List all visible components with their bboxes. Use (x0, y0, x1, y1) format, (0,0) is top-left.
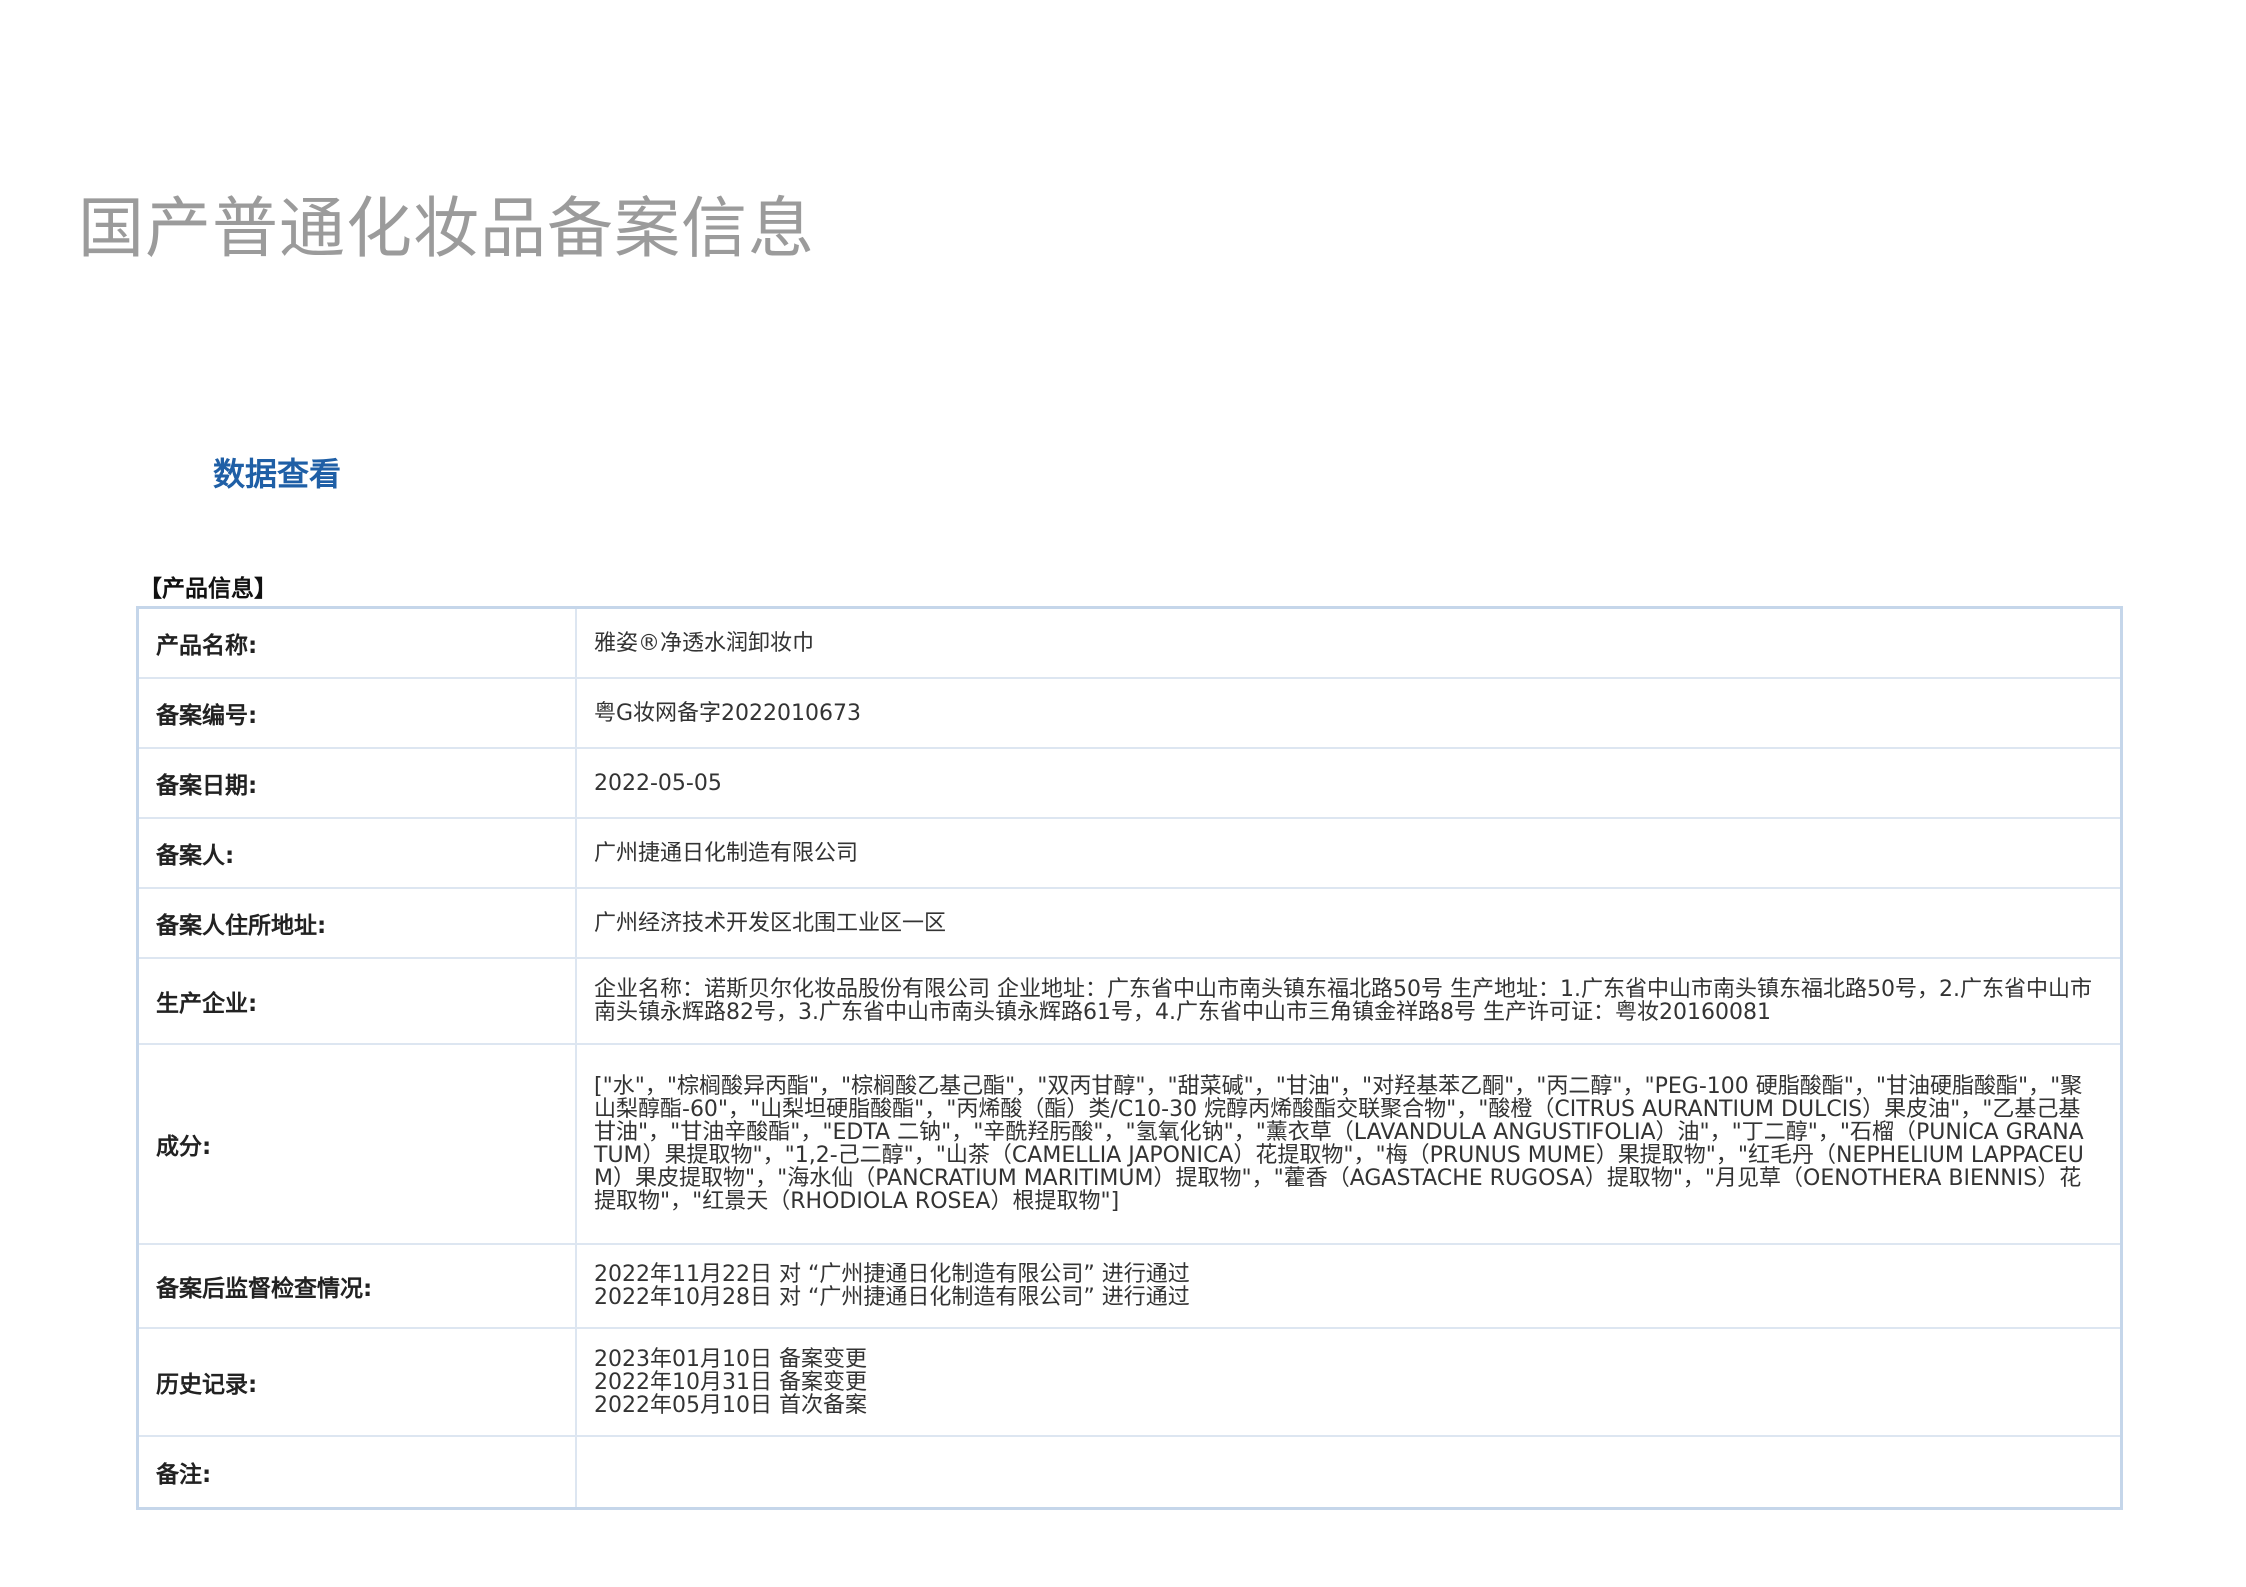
ingredients-value: ["水"，"棕榈酸异丙酯"，"棕榈酸乙基己酯"，"双丙甘醇"，"甜菜碱"，"甘油… (594, 1074, 2084, 1214)
history-entry: 2022年05月10日 首次备案 (594, 1392, 867, 1418)
filing-number-value: 粤G妆网备字2022010673 (594, 700, 862, 726)
table-row-history: 历史记录: 2023年01月10日 备案变更 2022年10月31日 备案变更 … (139, 1329, 2120, 1437)
row-value: 雅姿®净透水润卸妆巾 (577, 609, 2120, 677)
row-value: 广州经济技术开发区北围工业区一区 (577, 889, 2120, 957)
table-row-remarks: 备注: (139, 1437, 2120, 1507)
inspection-entry: 2022年11月22日 对 “广州捷通日化制造有限公司” 进行通过 (594, 1262, 1190, 1287)
row-value (577, 1437, 2120, 1507)
row-value: ["水"，"棕榈酸异丙酯"，"棕榈酸乙基己酯"，"双丙甘醇"，"甜菜碱"，"甘油… (577, 1045, 2120, 1243)
row-label: 备案人: (139, 819, 577, 887)
inspection-entry: 2022年10月28日 对 “广州捷通日化制造有限公司” 进行通过 (594, 1285, 1190, 1310)
row-value: 2022-05-05 (577, 749, 2120, 817)
table-row-inspection: 备案后监督检查情况: 2022年11月22日 对 “广州捷通日化制造有限公司” … (139, 1245, 2120, 1329)
table-row-registrant-address: 备案人住所地址: 广州经济技术开发区北围工业区一区 (139, 889, 2120, 959)
row-label: 产品名称: (139, 609, 577, 677)
row-value: 2023年01月10日 备案变更 2022年10月31日 备案变更 2022年0… (577, 1329, 2120, 1435)
inspection-list: 2022年11月22日 对 “广州捷通日化制造有限公司” 进行通过 2022年1… (594, 1263, 1190, 1309)
row-value: 企业名称：诺斯贝尔化妆品股份有限公司 企业地址：广东省中山市南头镇东福北路50号… (577, 959, 2120, 1043)
filing-date-value: 2022-05-05 (594, 770, 722, 796)
row-label: 成分: (139, 1045, 577, 1243)
row-label: 备案编号: (139, 679, 577, 747)
table-row-filing-number: 备案编号: 粤G妆网备字2022010673 (139, 679, 2120, 749)
row-value: 粤G妆网备字2022010673 (577, 679, 2120, 747)
row-label: 备注: (139, 1437, 577, 1507)
row-value: 2022年11月22日 对 “广州捷通日化制造有限公司” 进行通过 2022年1… (577, 1245, 2120, 1327)
table-row-ingredients: 成分: ["水"，"棕榈酸异丙酯"，"棕榈酸乙基己酯"，"双丙甘醇"，"甜菜碱"… (139, 1045, 2120, 1245)
row-label: 备案后监督检查情况: (139, 1245, 577, 1327)
table-row-filing-date: 备案日期: 2022-05-05 (139, 749, 2120, 819)
section-title: 数据查看 (213, 455, 342, 493)
table-row-manufacturer: 生产企业: 企业名称：诺斯贝尔化妆品股份有限公司 企业地址：广东省中山市南头镇东… (139, 959, 2120, 1045)
history-list: 2023年01月10日 备案变更 2022年10月31日 备案变更 2022年0… (594, 1348, 867, 1417)
history-entry: 2022年10月31日 备案变更 (594, 1369, 867, 1395)
registrant-address-value: 广州经济技术开发区北围工业区一区 (594, 910, 947, 936)
row-label: 备案日期: (139, 749, 577, 817)
row-label: 历史记录: (139, 1329, 577, 1435)
row-label: 生产企业: (139, 959, 577, 1043)
table-row-registrant: 备案人: 广州捷通日化制造有限公司 (139, 819, 2120, 889)
row-label: 备案人住所地址: (139, 889, 577, 957)
product-info-heading: 【产品信息】 (139, 576, 277, 602)
product-name-value: 雅姿®净透水润卸妆巾 (594, 630, 815, 656)
registrant-value: 广州捷通日化制造有限公司 (594, 840, 859, 866)
history-entry: 2023年01月10日 备案变更 (594, 1346, 867, 1372)
page-title: 国产普通化妆品备案信息 (78, 190, 815, 267)
manufacturer-value: 企业名称：诺斯贝尔化妆品股份有限公司 企业地址：广东省中山市南头镇东福北路50号… (594, 977, 2092, 1025)
product-info-table: 产品名称: 雅姿®净透水润卸妆巾 备案编号: 粤G妆网备字2022010673 … (136, 606, 2123, 1510)
row-value: 广州捷通日化制造有限公司 (577, 819, 2120, 887)
table-row-product-name: 产品名称: 雅姿®净透水润卸妆巾 (139, 609, 2120, 679)
